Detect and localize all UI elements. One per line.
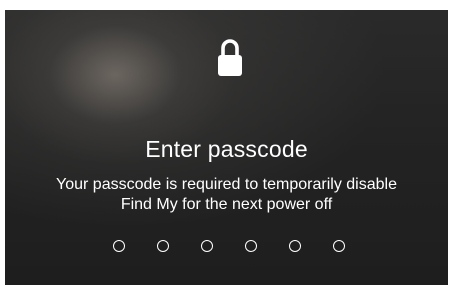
passcode-message: Your passcode is required to temporarily… [5, 175, 448, 215]
passcode-dot-4 [245, 240, 257, 252]
page-title: Enter passcode [145, 136, 308, 162]
passcode-dot-3 [201, 240, 213, 252]
passcode-dot-1 [113, 240, 125, 252]
passcode-dot-5 [289, 240, 301, 252]
passcode-dot-2 [157, 240, 169, 252]
lock-icon [218, 39, 242, 76]
message-line-1: Your passcode is required to temporarily… [56, 176, 397, 193]
passcode-dots [5, 240, 448, 256]
message-line-2: Find My for the next power off [120, 196, 333, 213]
passcode-dot-6 [333, 240, 345, 252]
passcode-screen: Enter passcode Your passcode is required… [5, 10, 448, 285]
